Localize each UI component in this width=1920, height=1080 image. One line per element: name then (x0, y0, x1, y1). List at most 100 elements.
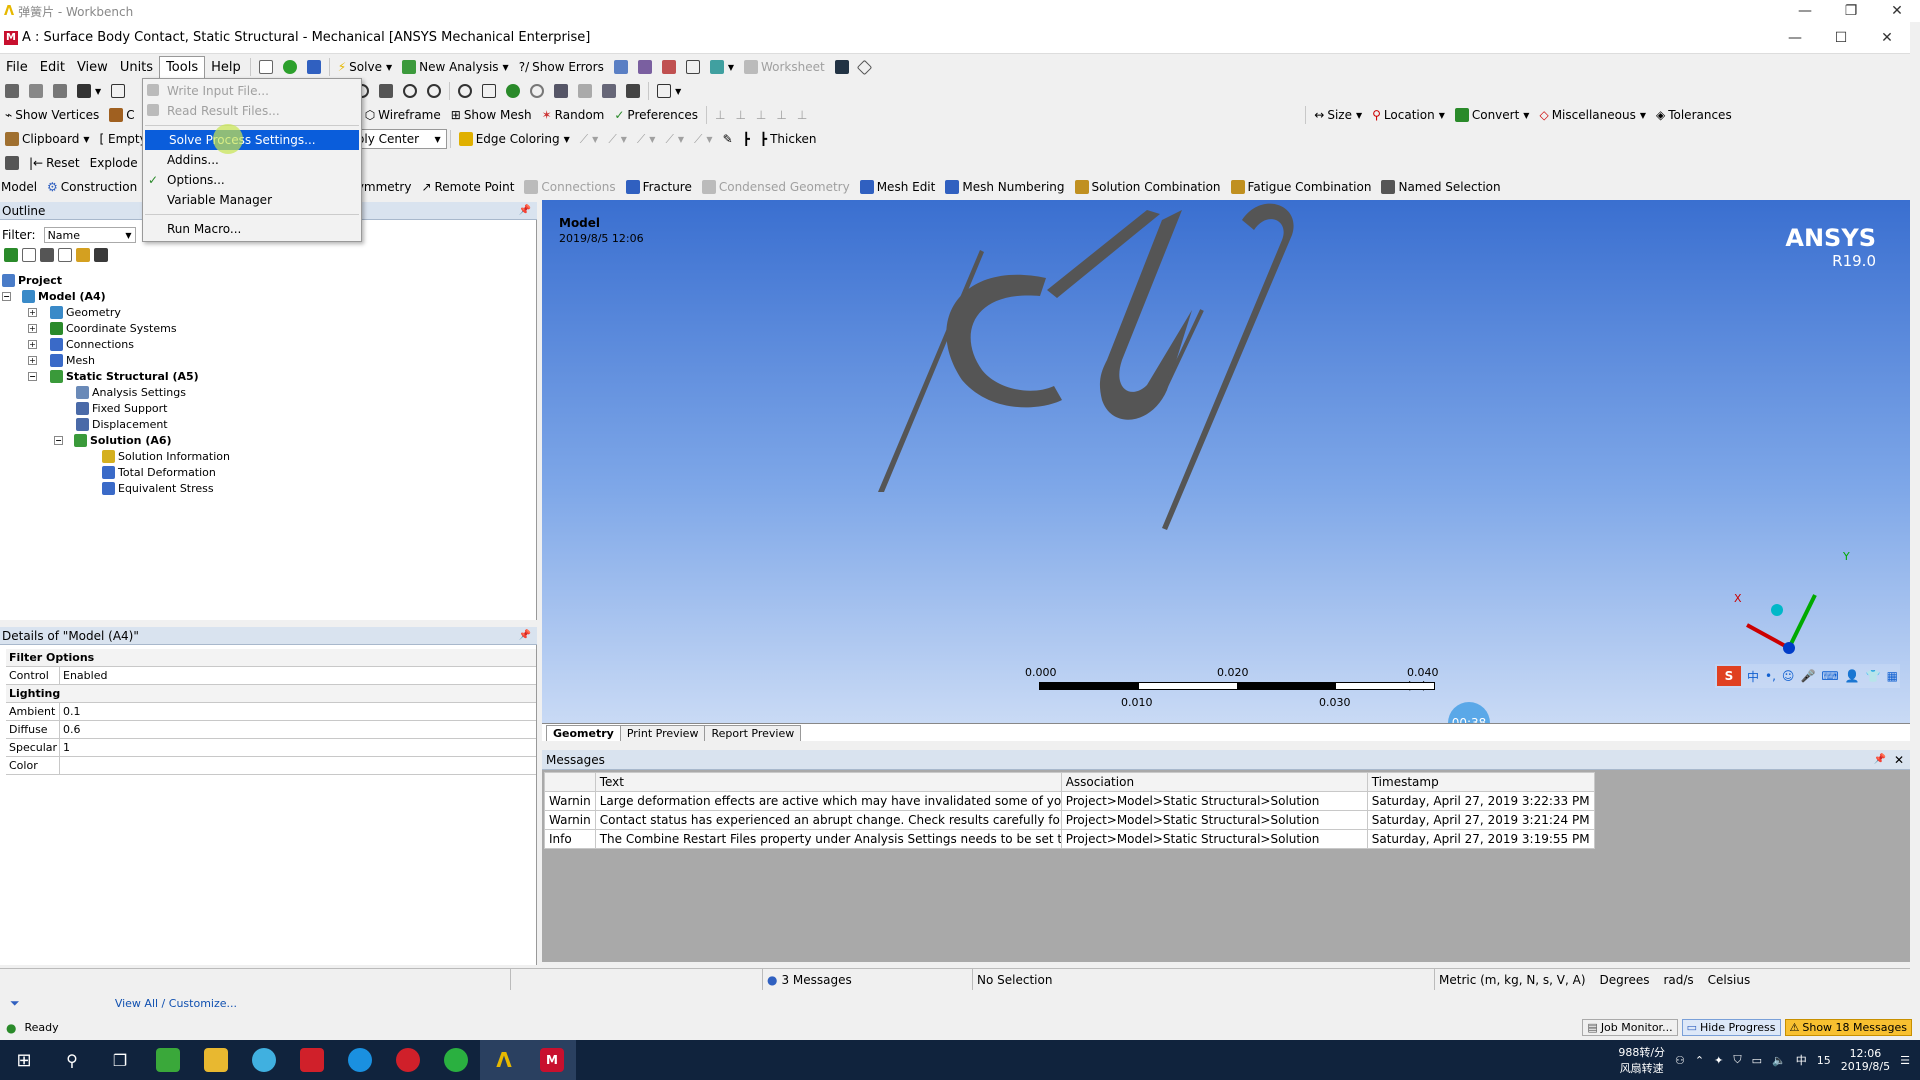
tree-coordinate-systems[interactable]: + Coordinate Systems (28, 320, 177, 336)
check-icon[interactable] (278, 57, 302, 77)
wechat-icon[interactable] (432, 1040, 480, 1080)
zoom-extents-icon[interactable] (477, 81, 501, 101)
select-edge-icon[interactable] (48, 81, 72, 101)
menu-tools[interactable]: Tools (159, 56, 206, 78)
tree-analysis-settings[interactable]: Analysis Settings (76, 384, 186, 400)
menu-run-macro[interactable]: Run Macro... (143, 219, 361, 239)
link-icon[interactable] (302, 57, 326, 77)
pan-icon[interactable] (374, 81, 398, 101)
ime-mode-icon[interactable]: 中 (1747, 668, 1759, 685)
volume-icon[interactable]: 🔈 (1772, 1054, 1786, 1067)
tray-app-icon[interactable]: ✦ (1714, 1054, 1723, 1067)
defender-icon[interactable]: ⛉ (1733, 1053, 1741, 1067)
command-icon[interactable] (254, 57, 278, 77)
table-row[interactable]: Info The Combine Restart Files property … (544, 829, 1595, 849)
toolbar-icon-a[interactable] (609, 57, 633, 77)
browser-icon[interactable] (336, 1040, 384, 1080)
zoom-out-icon[interactable] (525, 81, 549, 101)
select-icon[interactable] (0, 81, 24, 101)
tray-arrow-icon[interactable]: ⌃ (1695, 1054, 1704, 1067)
tree-solution[interactable]: − Solution (A6) (54, 432, 172, 448)
select-vertex-icon[interactable] (24, 81, 48, 101)
cursor-info-icon[interactable] (830, 57, 854, 77)
tree-solution-information[interactable]: Solution Information (102, 448, 230, 464)
worksheet-button[interactable]: Worksheet (739, 57, 830, 77)
menu-help[interactable]: Help (205, 56, 247, 78)
youdao-icon[interactable] (288, 1040, 336, 1080)
wb-close-button[interactable]: ✕ (1874, 0, 1920, 22)
edge-style-icon-3[interactable]: ⟋ ▼ (632, 129, 661, 149)
tree-fixed-support[interactable]: Fixed Support (76, 400, 168, 416)
axis-triad[interactable] (1727, 560, 1847, 670)
axis-icon-3[interactable]: ⊥ (751, 105, 771, 125)
tree-mesh[interactable]: + Mesh (28, 352, 95, 368)
tree-model[interactable]: − Model (A4) (2, 288, 106, 304)
preferences-button[interactable]: ✓ Preferences (609, 105, 703, 125)
ime-toolbar[interactable]: S 中 •, ☺ 🎤 ⌨ 👤 👕 ▦ (1715, 664, 1900, 688)
graphics-viewport[interactable]: Model 2019/8/5 12:06 ANSYS R19.0 0.000 0… (542, 200, 1910, 723)
ime-punct-icon[interactable]: •, (1765, 669, 1776, 683)
messages-status[interactable]: ● 3 Messages (762, 969, 972, 990)
maximize-button[interactable]: ☐ (1818, 22, 1864, 53)
tab-report-preview[interactable]: Report Preview (704, 725, 802, 741)
zoom-fit-icon[interactable] (453, 81, 477, 101)
toolbar-icon-e[interactable]: ▼ (705, 57, 739, 77)
sogou-icon[interactable]: S (1717, 666, 1741, 686)
toolbar-icon-b[interactable] (633, 57, 657, 77)
temp-status[interactable]: Celsius (1708, 973, 1751, 987)
random-button[interactable]: ✶ Random (537, 105, 610, 125)
folder-icon[interactable] (76, 248, 90, 262)
construction-geometry-button[interactable]: ⚙ Construction (42, 177, 142, 197)
remote-point-button[interactable]: ↗ Remote Point (416, 177, 519, 197)
file-explorer-icon[interactable] (192, 1040, 240, 1080)
thickness-icon[interactable]: ┣ (738, 129, 755, 149)
angle-status[interactable]: Degrees (1600, 973, 1650, 987)
view-iso-icon[interactable] (549, 81, 573, 101)
filter-select[interactable]: Name ▼ (43, 227, 136, 243)
tree-expand-icon[interactable] (40, 248, 54, 262)
axis-icon-5[interactable]: ⊥ (792, 105, 812, 125)
condensed-geometry-button[interactable]: Condensed Geometry (697, 177, 855, 197)
zoom-icon[interactable] (398, 81, 422, 101)
toolbar-icon-c[interactable] (657, 57, 681, 77)
menu-options[interactable]: ✓ Options... (143, 170, 361, 190)
edge-coloring-button[interactable]: Edge Coloring ▼ (454, 129, 575, 149)
details-pin-icon[interactable]: 📌 (519, 630, 531, 641)
rate-status[interactable]: rad/s (1663, 973, 1693, 987)
edge-style-icon-1[interactable]: ⟋ ▼ (575, 129, 604, 149)
refresh-icon[interactable] (4, 248, 18, 262)
explode-icon[interactable] (0, 153, 24, 173)
axis-icon-1[interactable]: ⊥ (710, 105, 730, 125)
ime-skin-icon[interactable]: 👕 (1866, 669, 1881, 683)
spring-clip-geometry[interactable] (542, 200, 1910, 723)
print-icon[interactable] (621, 81, 645, 101)
named-selection-button[interactable]: Named Selection (1376, 177, 1505, 197)
ime-indicator[interactable]: 中 (1796, 1052, 1807, 1068)
menu-units[interactable]: Units (114, 56, 159, 78)
tree-displacement[interactable]: Displacement (76, 416, 168, 432)
new-analysis-button[interactable]: New Analysis ▼ (397, 57, 514, 77)
tab-print-preview[interactable]: Print Preview (619, 725, 706, 741)
units-status[interactable]: Metric (m, kg, N, s, V, A) (1434, 969, 1586, 990)
menu-variable-manager[interactable]: Variable Manager (143, 190, 361, 210)
menu-write-input-file[interactable]: Write Input File... (143, 81, 361, 101)
table-row[interactable]: Warnin Contact status has experienced an… (544, 810, 1595, 830)
ansys-mechanical-icon[interactable]: M (528, 1040, 576, 1080)
view-all-link[interactable]: View All / Customize... (115, 997, 237, 1010)
ime-keyboard-icon[interactable]: ⌨ (1821, 669, 1838, 683)
details-row-ambient[interactable]: Ambient 0.1 (6, 703, 536, 721)
details-row-specular[interactable]: Specular 1 (6, 739, 536, 757)
search-icon[interactable]: ⚲ (48, 1040, 96, 1080)
table-row[interactable]: Warnin Large deformation effects are act… (544, 791, 1595, 811)
menu-solve-process-settings[interactable]: Solve Process Settings... (145, 124, 359, 154)
show-messages-button[interactable]: ⚠ Show 18 Messages (1784, 1019, 1912, 1036)
select-mode-icon[interactable]: ▼ (72, 81, 106, 101)
edge-style-icon-2[interactable]: ⟋ ▼ (603, 129, 632, 149)
wireframe-button[interactable]: ⬡ Wireframe (360, 105, 446, 125)
close-vertices-icon[interactable]: C (104, 105, 139, 125)
task-view-icon[interactable]: ❐ (96, 1040, 144, 1080)
ime-emoji-icon[interactable]: ☺ (1782, 669, 1795, 683)
convert-button[interactable]: Convert ▼ (1450, 105, 1535, 125)
next-view-icon[interactable] (597, 81, 621, 101)
mesh-edit-button[interactable]: Mesh Edit (855, 177, 941, 197)
